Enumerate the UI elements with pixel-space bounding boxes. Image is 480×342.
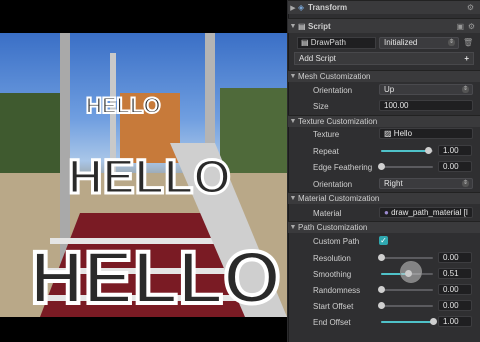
texture-asset-field[interactable]: ▨ Hello [379, 128, 473, 139]
trees-left [0, 93, 70, 173]
resolution-slider-knob[interactable] [378, 254, 385, 261]
material-section-header[interactable]: ▼ Material Customization [288, 192, 480, 204]
smoothing-input[interactable]: 0.51 [438, 268, 472, 279]
edge-feathering-input[interactable]: 0.00 [438, 161, 472, 172]
viewport-letterbox-top [0, 0, 287, 33]
material-asset-field[interactable]: ● draw_path_material [I [379, 207, 473, 218]
viewport-letterbox-bottom [0, 317, 287, 342]
hello-text-far: HELLO [86, 93, 161, 118]
smoothing-label: Smoothing [313, 270, 352, 279]
ar-scene: HELLO HELLO HELLO [0, 33, 287, 317]
script-icon: ▤ [298, 21, 306, 31]
material-value: draw_path_material [I [391, 208, 469, 217]
end-offset-slider[interactable] [381, 318, 437, 325]
add-script-label: Add Script [299, 54, 336, 63]
edge-feathering-slider[interactable] [378, 163, 433, 170]
script-header[interactable]: ▼ ▤ Script ▣ ⚙ [288, 18, 480, 33]
end-offset-label: End Offset [313, 318, 351, 327]
caret-down-icon[interactable]: ▼ [288, 224, 298, 231]
randomness-slider[interactable] [378, 286, 433, 293]
repeat-input[interactable]: 1.00 [438, 145, 472, 156]
hello-text-mid: HELLO [68, 151, 231, 204]
custom-path-label: Custom Path [313, 237, 360, 246]
mesh-orientation-select[interactable]: Up ⇕ [379, 84, 473, 95]
script-title: Script [308, 21, 331, 31]
start-offset-slider-knob[interactable] [378, 302, 385, 309]
stepper-icon: ⇕ [448, 39, 455, 46]
mesh-orientation-value: Up [384, 85, 395, 94]
plus-icon: + [464, 54, 469, 63]
path-section-header[interactable]: ▼ Path Customization [288, 221, 480, 233]
repeat-label: Repeat [313, 147, 339, 156]
texture-orientation-select[interactable]: Right ⇕ [379, 178, 473, 189]
path-title: Path Customization [298, 223, 368, 232]
camera-frame: HELLO HELLO HELLO [0, 33, 287, 317]
stepper-icon: ⇕ [462, 86, 469, 93]
repeat-slider[interactable] [381, 147, 433, 154]
mesh-size-label: Size [313, 102, 329, 111]
gear-icon[interactable]: ⚙ [467, 3, 474, 12]
script-asset-name: DrawPath [310, 38, 346, 47]
material-label: Material [313, 209, 342, 218]
edge-feathering-slider-knob[interactable] [378, 163, 385, 170]
material-sphere-icon: ● [384, 208, 389, 217]
end-offset-slider-fill [381, 321, 433, 323]
texture-value: Hello [393, 129, 413, 138]
caret-down-icon[interactable]: ▼ [288, 118, 298, 125]
material-title: Material Customization [298, 194, 380, 203]
resolution-input[interactable]: 0.00 [438, 252, 472, 263]
copy-icon[interactable]: ▣ [456, 22, 464, 31]
texture-title: Texture Customization [298, 117, 378, 126]
add-script-button[interactable]: Add Script + [294, 52, 474, 65]
trash-icon[interactable]: 🗑 [463, 38, 473, 47]
script-status-value: Initialized [384, 38, 418, 47]
texture-label: Texture [313, 130, 340, 139]
transform-header[interactable]: ▶ ◈ Transform ⚙ [288, 0, 480, 14]
end-offset-input[interactable]: 1.00 [438, 316, 472, 327]
mesh-orientation-label: Orientation [313, 86, 353, 95]
randomness-label: Randomness [313, 286, 361, 295]
repeat-slider-knob[interactable] [424, 147, 432, 154]
stepper-icon: ⇕ [462, 180, 469, 187]
texture-orientation-value: Right [384, 179, 403, 188]
mesh-title: Mesh Customization [298, 72, 371, 81]
texture-section-header[interactable]: ▼ Texture Customization [288, 115, 480, 127]
caret-down-icon[interactable]: ▼ [288, 23, 298, 30]
gear-icon[interactable]: ⚙ [468, 22, 475, 31]
transform-icon: ◈ [298, 3, 305, 12]
repeat-slider-fill [381, 150, 428, 152]
resolution-label: Resolution [313, 254, 351, 263]
hello-text-near: HELLO [30, 236, 281, 317]
randomness-slider-knob[interactable] [378, 286, 385, 293]
start-offset-label: Start Offset [313, 302, 354, 311]
mouse-cursor-icon [400, 261, 422, 283]
mesh-section-header[interactable]: ▼ Mesh Customization [288, 70, 480, 82]
custom-path-checkbox[interactable]: ✓ [379, 236, 388, 245]
edge-feathering-label: Edge Feathering [313, 163, 373, 172]
caret-right-icon[interactable]: ▶ [288, 4, 298, 12]
texture-orientation-label: Orientation [313, 180, 353, 189]
start-offset-slider[interactable] [378, 302, 433, 309]
image-icon: ▨ [384, 129, 392, 138]
randomness-input[interactable]: 0.00 [438, 284, 472, 295]
camera-viewport[interactable]: HELLO HELLO HELLO [0, 0, 287, 342]
caret-down-icon[interactable]: ▼ [288, 195, 298, 202]
caret-down-icon[interactable]: ▼ [288, 73, 298, 80]
script-asset-field[interactable]: ▤ DrawPath [297, 37, 376, 49]
file-icon: ▤ [301, 38, 309, 47]
resolution-slider[interactable] [378, 254, 433, 261]
mesh-size-input[interactable]: 100.00 [379, 100, 473, 111]
transform-title: Transform [308, 3, 348, 12]
start-offset-input[interactable]: 0.00 [438, 300, 472, 311]
end-offset-slider-knob[interactable] [430, 318, 437, 325]
script-status-select[interactable]: Initialized ⇕ [379, 37, 459, 49]
